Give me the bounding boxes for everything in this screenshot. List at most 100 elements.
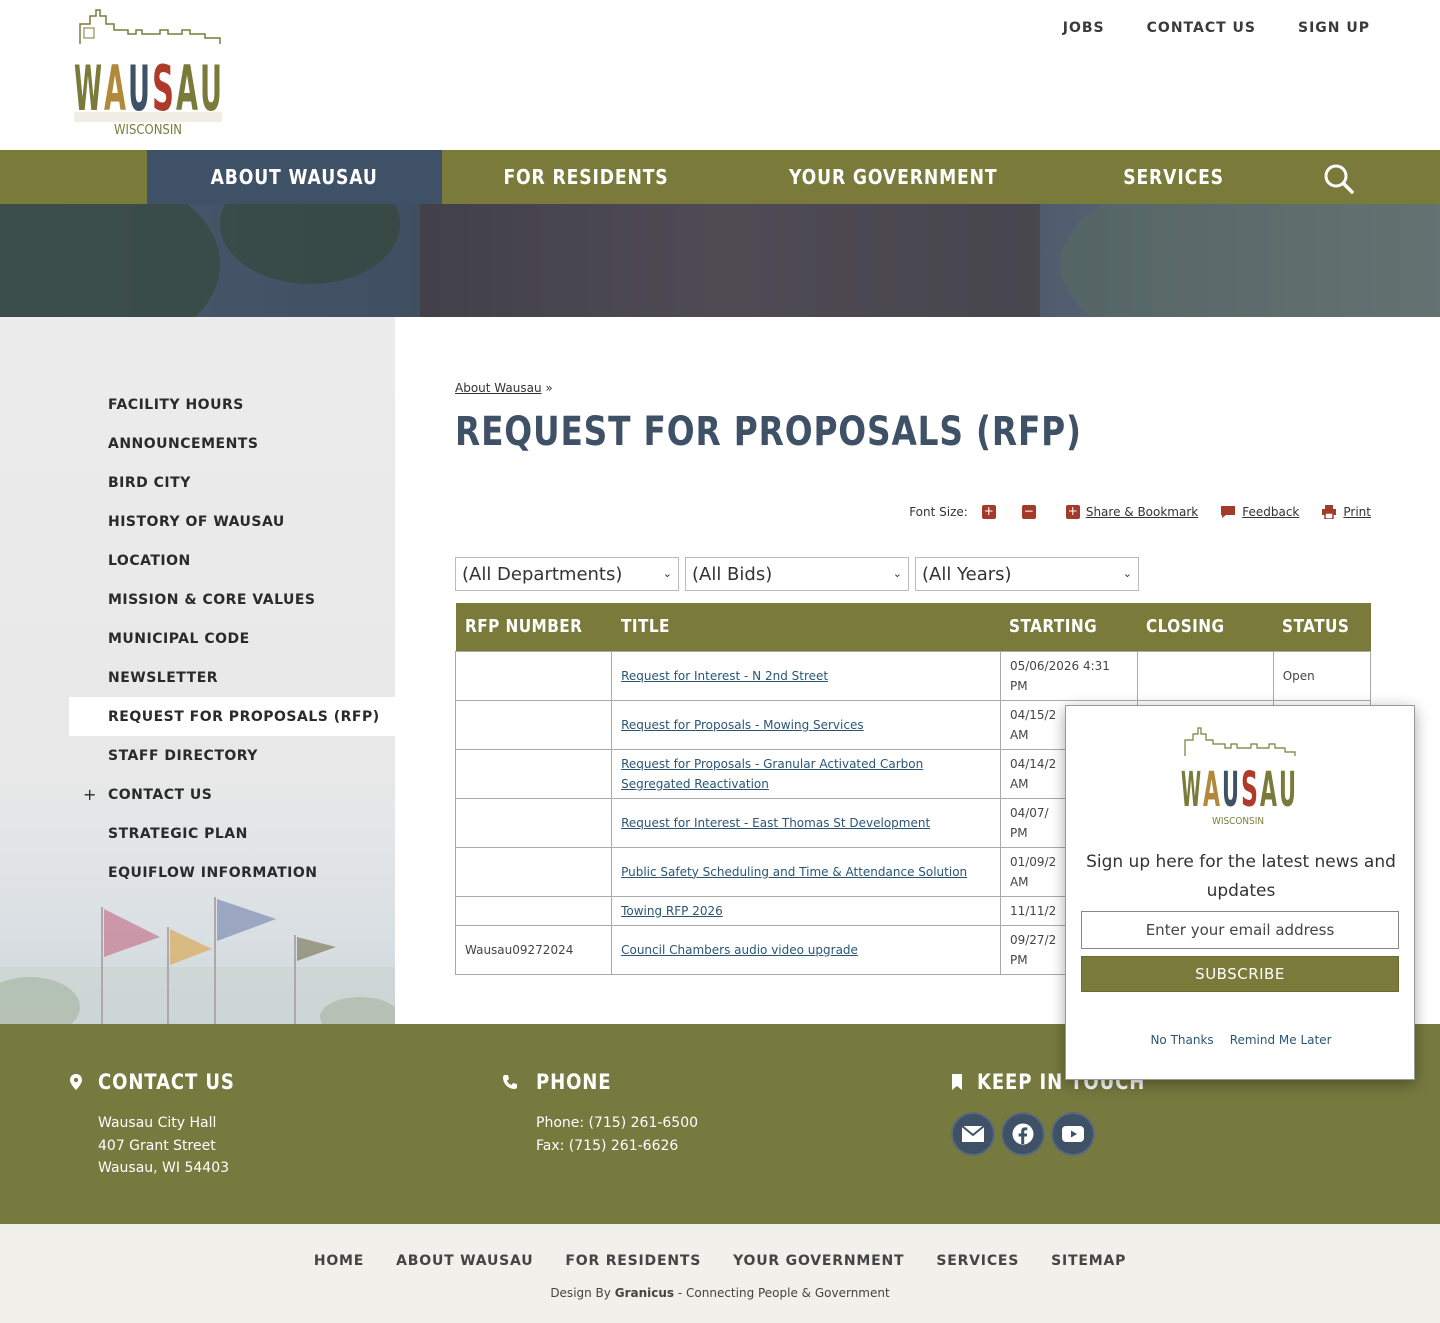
font-decrease-button[interactable]: − — [1021, 505, 1036, 519]
years-select[interactable]: (All Years) ⌄ — [915, 557, 1139, 591]
rfp-number-cell — [454, 797, 613, 848]
site-header: W A U S A U WISCONSIN JOBS CONTACT US SI… — [0, 0, 1440, 150]
granicus-link[interactable]: Granicus — [615, 1286, 674, 1300]
filters: (All Departments) ⌄ (All Bids) ⌄ (All Year… — [455, 557, 1139, 591]
bookmark-icon — [952, 1074, 962, 1090]
breadcrumb-about-wausau[interactable]: About Wausau — [455, 381, 542, 395]
svg-text:A: A — [1260, 762, 1277, 818]
expand-plus-icon[interactable]: + — [83, 785, 97, 804]
rfp-title-cell: Request for Interest - East Thomas St De… — [611, 797, 1001, 848]
subscribe-button[interactable]: SUBSCRIBE — [1081, 956, 1399, 992]
footer-nav: HOME ABOUT WAUSAU FOR RESIDENTS YOUR GOV… — [0, 1253, 1440, 1269]
bids-select[interactable]: (All Bids) ⌄ — [685, 557, 909, 591]
signup-modal: W A U S A U WISCONSIN Sign up here for t… — [1065, 705, 1415, 1080]
mainnav-your-government[interactable]: YOUR GOVERNMENT — [730, 150, 1056, 204]
facebook-social-button[interactable] — [1001, 1112, 1045, 1156]
department-select[interactable]: (All Departments) ⌄ — [455, 557, 679, 591]
rfp-title-cell: Public Safety Scheduling and Time & Atte… — [611, 846, 1001, 897]
bottom-bar: HOME ABOUT WAUSAU FOR RESIDENTS YOUR GOV… — [0, 1224, 1440, 1323]
closing-cell — [1136, 650, 1274, 701]
rfp-title-link[interactable]: Towing RFP 2026 — [621, 904, 723, 918]
sidebar-item-location[interactable]: LOCATION — [69, 541, 395, 580]
sidebar-item-facility-hours[interactable]: FACILITY HOURS — [69, 385, 395, 424]
footer-nav-services[interactable]: SERVICES — [936, 1253, 1019, 1269]
rfp-title-cell: Request for Interest - N 2nd Street — [611, 650, 1001, 701]
youtube-social-button[interactable] — [1051, 1112, 1095, 1156]
sidebar-item-rfp[interactable]: REQUEST FOR PROPOSALS (RFP) — [69, 697, 395, 736]
phone-icon — [503, 1075, 517, 1089]
footer-contact: CONTACT US Wausau City Hall 407 Grant St… — [70, 1070, 257, 1180]
rfp-title-cell: Council Chambers audio video upgrade — [611, 924, 1001, 975]
modal-links: No Thanks Remind Me Later — [1066, 1033, 1416, 1047]
topnav-contact-us[interactable]: CONTACT US — [1147, 20, 1256, 36]
font-increase-button[interactable]: + — [981, 505, 996, 519]
footer-phone: PHONE Phone: (715) 261-6500 Fax: (715) 2… — [503, 1070, 699, 1157]
wausau-logo[interactable]: W A U S A U WISCONSIN — [70, 6, 230, 141]
rfp-title-link[interactable]: Request for Interest - East Thomas St De… — [621, 816, 930, 830]
rfp-title-link[interactable]: Request for Proposals - Granular Activat… — [621, 757, 923, 791]
rfp-title-cell: Request for Proposals - Granular Activat… — [611, 748, 1001, 799]
sidebar-item-strategic-plan[interactable]: STRATEGIC PLAN — [69, 814, 395, 853]
print-link[interactable]: Print — [1343, 505, 1371, 519]
col-status[interactable]: STATUS — [1273, 603, 1371, 651]
table-row: Request for Interest - N 2nd Street 05/06… — [454, 650, 1372, 701]
rfp-number-cell: Wausau09272024 — [454, 924, 613, 975]
col-title[interactable]: TITLE — [611, 603, 1001, 651]
mainnav-services[interactable]: SERVICES — [1056, 150, 1292, 204]
col-closing[interactable]: CLOSING — [1137, 603, 1274, 651]
mainnav-for-residents[interactable]: FOR RESIDENTS — [442, 150, 730, 204]
rfp-title-link[interactable]: Council Chambers audio video upgrade — [621, 943, 858, 957]
youtube-icon — [1062, 1126, 1084, 1142]
rfp-number-cell — [454, 699, 613, 750]
share-bookmark-link[interactable]: Share & Bookmark — [1086, 505, 1198, 519]
sidebar-item-staff-directory[interactable]: STAFF DIRECTORY — [69, 736, 395, 775]
sidebar-item-bird-city[interactable]: BIRD CITY — [69, 463, 395, 502]
sidebar-item-announcements[interactable]: ANNOUNCEMENTS — [69, 424, 395, 463]
main-nav: ABOUT WAUSAU FOR RESIDENTS YOUR GOVERNME… — [0, 150, 1440, 204]
footer-phone-numbers: Phone: (715) 261-6500 Fax: (715) 261-662… — [536, 1115, 699, 1154]
svg-text:W: W — [1181, 762, 1201, 818]
rfp-title-cell: Towing RFP 2026 — [611, 895, 1001, 926]
svg-text:WISCONSIN: WISCONSIN — [114, 123, 182, 138]
breadcrumb: About Wausau » — [455, 381, 553, 395]
utility-nav: JOBS CONTACT US SIGN UP — [1063, 20, 1370, 36]
col-rfp-number[interactable]: RFP NUMBER — [455, 603, 612, 651]
facebook-icon — [1012, 1123, 1034, 1145]
email-social-button[interactable] — [951, 1112, 995, 1156]
sidebar-item-contact-us[interactable]: + CONTACT US — [69, 775, 395, 814]
chevron-down-icon: ⌄ — [1122, 567, 1132, 580]
sidebar-item-equiflow[interactable]: EQUIFLOW INFORMATION — [69, 853, 395, 892]
mainnav-about-wausau[interactable]: ABOUT WAUSAU — [147, 150, 442, 204]
rfp-title-link[interactable]: Public Safety Scheduling and Time & Atte… — [621, 865, 967, 879]
footer-contact-title: CONTACT US — [98, 1070, 235, 1094]
email-input[interactable]: Enter your email address — [1081, 911, 1399, 949]
topnav-sign-up[interactable]: SIGN UP — [1298, 20, 1370, 36]
design-credit: Design By Granicus - Connecting People &… — [550, 1286, 890, 1300]
status-cell: Open — [1272, 650, 1372, 701]
sidebar-item-history[interactable]: HISTORY OF WAUSAU — [69, 502, 395, 541]
remind-later-link[interactable]: Remind Me Later — [1230, 1033, 1332, 1047]
search-icon[interactable] — [1322, 162, 1356, 196]
chevron-down-icon: ⌄ — [662, 567, 672, 580]
sidebar-item-mission[interactable]: MISSION & CORE VALUES — [69, 580, 395, 619]
feedback-link[interactable]: Feedback — [1242, 505, 1299, 519]
topnav-jobs[interactable]: JOBS — [1063, 20, 1105, 36]
svg-text:U: U — [1279, 762, 1296, 818]
footer-nav-about[interactable]: ABOUT WAUSAU — [396, 1253, 533, 1269]
footer-nav-residents[interactable]: FOR RESIDENTS — [565, 1253, 701, 1269]
no-thanks-link[interactable]: No Thanks — [1150, 1033, 1213, 1047]
svg-text:WISCONSIN: WISCONSIN — [1212, 816, 1264, 827]
rfp-title-link[interactable]: Request for Interest - N 2nd Street — [621, 669, 828, 683]
footer-nav-home[interactable]: HOME — [314, 1253, 364, 1269]
page-title: REQUEST FOR PROPOSALS (RFP) — [455, 409, 1082, 455]
sidebar-item-newsletter[interactable]: NEWSLETTER — [69, 658, 395, 697]
sidebar-item-municipal-code[interactable]: MUNICIPAL CODE — [69, 619, 395, 658]
share-plus-icon: + — [1065, 504, 1080, 519]
print-icon — [1322, 505, 1337, 519]
svg-text:S: S — [1241, 762, 1258, 818]
feedback-icon — [1221, 506, 1236, 518]
col-starting[interactable]: STARTING — [1000, 603, 1138, 651]
rfp-title-link[interactable]: Request for Proposals - Mowing Services — [621, 718, 864, 732]
footer-nav-government[interactable]: YOUR GOVERNMENT — [733, 1253, 904, 1269]
footer-nav-sitemap[interactable]: SITEMAP — [1051, 1253, 1126, 1269]
